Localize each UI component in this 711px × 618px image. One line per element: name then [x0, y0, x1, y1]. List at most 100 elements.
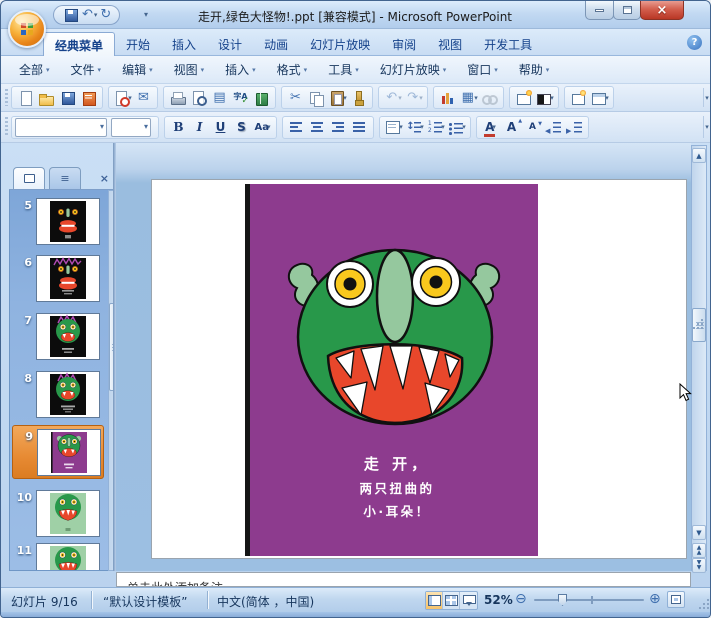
ribbon-tab-home[interactable]: 开始 [115, 32, 161, 56]
align-center-button[interactable] [307, 117, 328, 137]
ribbon-tab-review[interactable]: 审阅 [381, 32, 427, 56]
research-button[interactable] [251, 88, 272, 108]
font-color-button[interactable]: A▾ [480, 117, 501, 137]
slide-sorter-button[interactable] [443, 592, 460, 609]
new-button[interactable] [15, 88, 36, 108]
fit-to-window-button[interactable] [667, 591, 685, 608]
slide-show-button[interactable] [460, 592, 477, 609]
bold-button[interactable]: B [168, 117, 189, 137]
menu-item-tools[interactable]: 工具▾ [324, 58, 363, 81]
copy-button[interactable] [306, 88, 327, 108]
zoom-out-button[interactable]: ⊖ [515, 591, 527, 608]
slide-canvas[interactable]: 走 开， 两只扭曲的 小·耳朵！ [151, 179, 687, 559]
numbering-button[interactable]: ▾ [425, 117, 446, 137]
menu-item-format[interactable]: 格式▾ [273, 58, 312, 81]
redo-button[interactable]: ↷▾ [403, 88, 424, 108]
ribbon-tab-view[interactable]: 视图 [427, 32, 473, 56]
print-button[interactable] [167, 88, 188, 108]
hyperlink-button[interactable] [479, 88, 500, 108]
slide-design-button[interactable] [513, 88, 534, 108]
bullets-button[interactable]: ▾ [446, 117, 467, 137]
scroll-down-button[interactable]: ▼ [692, 525, 706, 540]
italic-button[interactable]: I [189, 117, 210, 137]
slide-thumbnail-10[interactable]: 10 [12, 487, 104, 541]
minimize-button[interactable] [585, 1, 614, 20]
align-right-button[interactable] [328, 117, 349, 137]
zoom-slider-thumb[interactable] [558, 594, 567, 606]
ribbon-tab-animations[interactable]: 动画 [253, 32, 299, 56]
menu-item-view[interactable]: 视图▾ [170, 58, 209, 81]
spelling-button[interactable]: 字A [230, 88, 251, 108]
slide-thumbnail-image[interactable] [36, 371, 100, 418]
font-size-combo[interactable] [111, 118, 151, 137]
slide-thumbnail-image[interactable] [36, 543, 100, 571]
slide-thumbnail-11[interactable]: 11 [12, 540, 104, 571]
save-button[interactable] [57, 88, 78, 108]
next-slide-button[interactable]: ▼▼ [692, 558, 706, 573]
menu-item-insert[interactable]: 插入▾ [221, 58, 260, 81]
qat-customize-button[interactable]: ▾ [144, 10, 148, 19]
print-what-button[interactable]: ▤ [209, 88, 230, 108]
qat-redo-button[interactable]: ↻ [100, 7, 111, 23]
restore-button[interactable] [613, 1, 641, 20]
format-painter-button[interactable] [348, 88, 369, 108]
qat-undo-button[interactable]: ↶▾ [82, 7, 97, 23]
zoom-level[interactable]: 52% [484, 593, 513, 607]
scrollbar-thumb[interactable] [692, 308, 706, 342]
menu-item-slide-show[interactable]: 幻灯片放映▾ [376, 58, 451, 81]
editor-scrollbar[interactable]: ▲ ▼ ▲▲ ▼▼ [691, 145, 707, 571]
scroll-up-button[interactable]: ▲ [692, 148, 706, 163]
line-spacing-button[interactable]: ↕▾ [404, 117, 425, 137]
menu-item-file[interactable]: 文件▾ [67, 58, 106, 81]
slide-thumbnail-image[interactable] [36, 490, 100, 537]
grow-font-button[interactable]: A [501, 117, 522, 137]
template-name[interactable]: “默认设计模板” [103, 593, 187, 610]
slide-thumbnail-6[interactable]: 6 [12, 252, 104, 306]
menu-item-help[interactable]: 帮助▾ [515, 58, 554, 81]
ribbon-tab-insert[interactable]: 插入 [161, 32, 207, 56]
open-button[interactable] [36, 88, 57, 108]
slide-editor[interactable]: 走 开， 两只扭曲的 小·耳朵！ [116, 143, 691, 571]
increase-indent-button[interactable] [564, 117, 585, 137]
placeholder-button[interactable]: ▾ [383, 117, 404, 137]
paste-button[interactable]: ▾ [327, 88, 348, 108]
normal-view-button[interactable] [426, 592, 443, 609]
close-button[interactable]: × [640, 1, 684, 20]
ribbon-tab-classic-menu[interactable]: 经典菜单 [43, 32, 115, 56]
print-preview-button[interactable] [188, 88, 209, 108]
slide-layout-button[interactable]: ▾ [589, 88, 610, 108]
slide-thumbnail-8[interactable]: 8 [12, 368, 104, 422]
office-button[interactable] [8, 10, 46, 48]
insert-chart-button[interactable] [437, 88, 458, 108]
cut-button[interactable]: ✂ [285, 88, 306, 108]
qat-save-button[interactable] [62, 7, 79, 23]
undo-button[interactable]: ↶▾ [382, 88, 403, 108]
slide-thumbnail-image[interactable] [36, 313, 100, 360]
ribbon-tab-developer[interactable]: 开发工具 [473, 32, 543, 56]
resize-grip[interactable] [696, 596, 710, 610]
toolbar-overflow-icon[interactable]: ▾ [703, 116, 710, 138]
new-slide-button[interactable] [568, 88, 589, 108]
align-left-button[interactable] [286, 117, 307, 137]
font-name-combo[interactable] [15, 118, 107, 137]
menu-item-edit[interactable]: 编辑▾ [118, 58, 157, 81]
previous-slide-button[interactable]: ▲▲ [692, 543, 706, 558]
toolbar-overflow-icon[interactable]: ▾ [703, 88, 710, 107]
menu-item-window[interactable]: 窗口▾ [463, 58, 502, 81]
zoom-in-button[interactable]: ⊕ [649, 591, 661, 608]
language-indicator[interactable]: 中文(简体 ，中国) [217, 593, 314, 610]
notes-pane[interactable]: 单击此处添加备注 [116, 572, 691, 587]
slide-thumbnail-7[interactable]: 7 [12, 310, 104, 364]
slide-thumbnail-image[interactable] [36, 198, 100, 245]
ribbon-tab-slide-show[interactable]: 幻灯片放映 [299, 32, 381, 56]
menu-item-all[interactable]: 全部▾ [15, 58, 54, 81]
distribute-button[interactable] [349, 117, 370, 137]
black-white-button[interactable]: ▾ [534, 88, 555, 108]
outline-tab[interactable]: ≡ [49, 167, 81, 189]
slide-thumbnail-9[interactable]: 9 [12, 425, 104, 479]
scrollbar-track[interactable] [692, 163, 706, 523]
slide-thumbnail-image[interactable] [37, 429, 101, 476]
shadow-button[interactable]: S [231, 117, 252, 137]
slides-tab[interactable] [13, 167, 45, 189]
slide-thumbnail-5[interactable]: 5 [12, 195, 104, 249]
